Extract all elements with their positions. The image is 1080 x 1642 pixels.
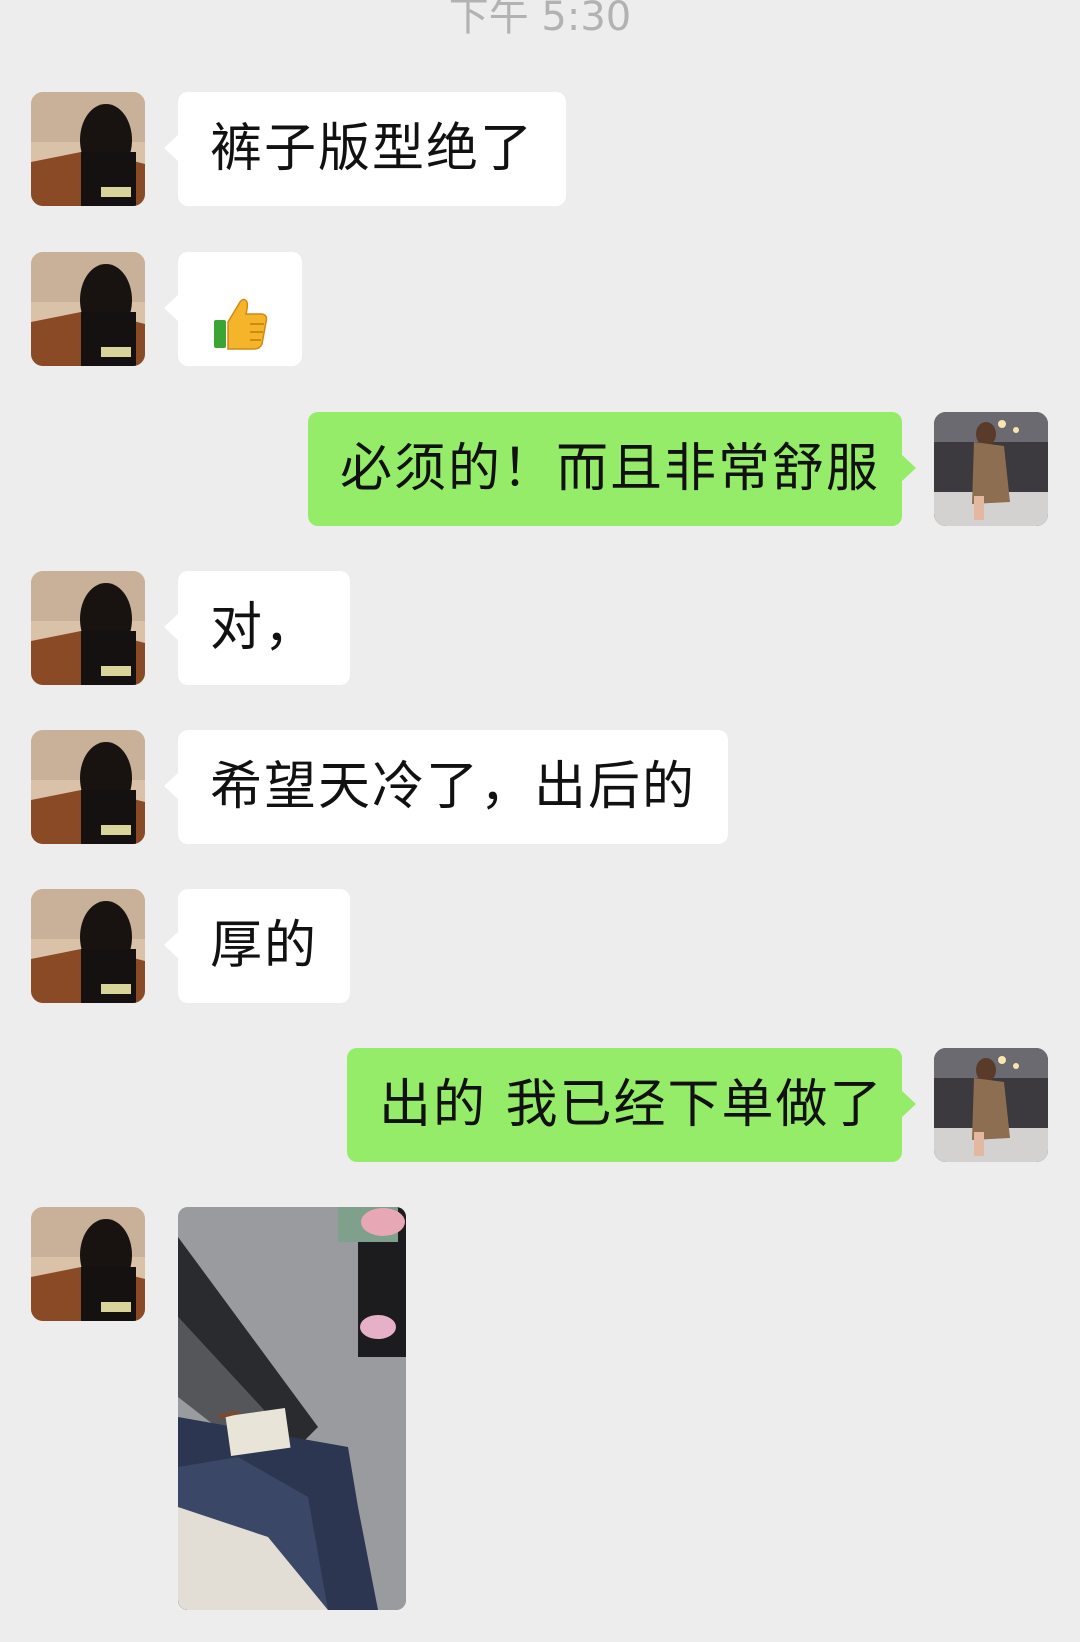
outgoing-message-bubble[interactable]: 必须的！而且非常舒服 bbox=[308, 412, 916, 526]
message-row: 必须的！而且非常舒服 bbox=[0, 412, 1080, 526]
contact-avatar[interactable] bbox=[31, 1207, 145, 1321]
outgoing-message-bubble[interactable]: 出的 我已经下单做了 bbox=[347, 1048, 916, 1162]
contact-avatar[interactable] bbox=[31, 889, 145, 1003]
message-row: 出的 我已经下单做了 bbox=[0, 1048, 1080, 1162]
message-row: 厚的 bbox=[0, 889, 1080, 1003]
my-avatar[interactable] bbox=[934, 1048, 1048, 1162]
incoming-message-bubble[interactable]: 裤子版型绝了 bbox=[163, 92, 567, 206]
incoming-message-bubble[interactable]: 厚的 bbox=[163, 889, 351, 1003]
message-row: 对， bbox=[0, 571, 1080, 685]
contact-avatar[interactable] bbox=[31, 252, 145, 366]
my-avatar[interactable] bbox=[934, 412, 1048, 526]
message-row: 裤子版型绝了 bbox=[0, 92, 1080, 206]
incoming-message-bubble[interactable]: 希望天冷了，出后的 bbox=[163, 730, 729, 844]
contact-avatar[interactable] bbox=[31, 92, 145, 206]
chat-timestamp: 下午 5:30 bbox=[448, 0, 632, 40]
message-row bbox=[0, 1207, 1080, 1610]
thumbs-up-icon bbox=[210, 280, 270, 350]
message-row bbox=[0, 252, 1080, 366]
contact-avatar[interactable] bbox=[31, 730, 145, 844]
incoming-image-message[interactable] bbox=[178, 1207, 406, 1610]
incoming-message-bubble[interactable]: 对， bbox=[163, 571, 351, 685]
contact-avatar[interactable] bbox=[31, 571, 145, 685]
message-row: 希望天冷了，出后的 bbox=[0, 730, 1080, 844]
incoming-emoji-bubble[interactable] bbox=[164, 252, 302, 366]
